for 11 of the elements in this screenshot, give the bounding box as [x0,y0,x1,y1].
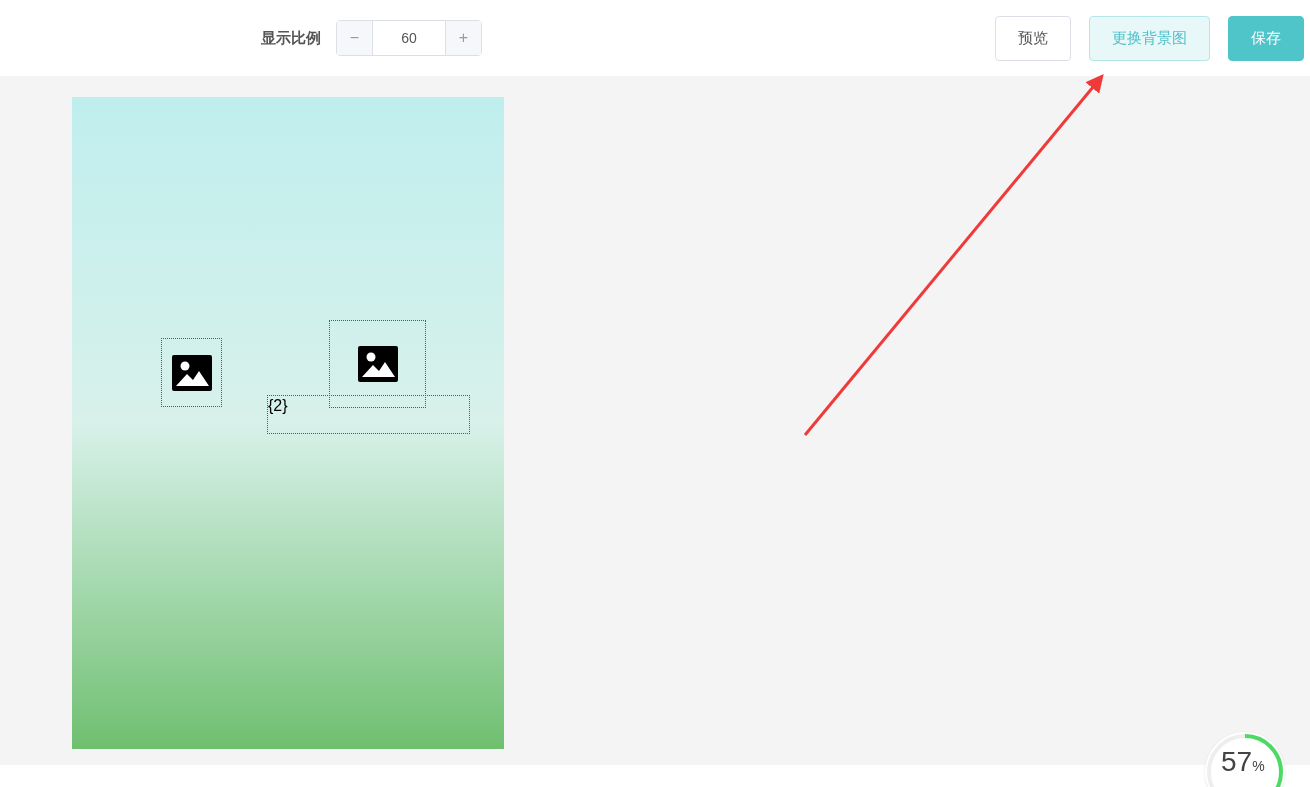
text-placeholder[interactable]: {2} [267,395,470,434]
percent-value: 57 [1221,747,1253,777]
toolbar-button[interactable]: 预览 [995,15,1071,61]
scale-input[interactable]: 60 [373,21,445,55]
image-icon [171,354,212,391]
image-placeholder[interactable] [161,338,222,407]
image-icon [357,346,398,382]
percent-unit: % [1252,758,1265,776]
scale-stepper[interactable]: − 60 + [336,20,482,56]
scale-label: 显示比例 [261,27,321,48]
image-placeholder[interactable] [329,320,426,408]
